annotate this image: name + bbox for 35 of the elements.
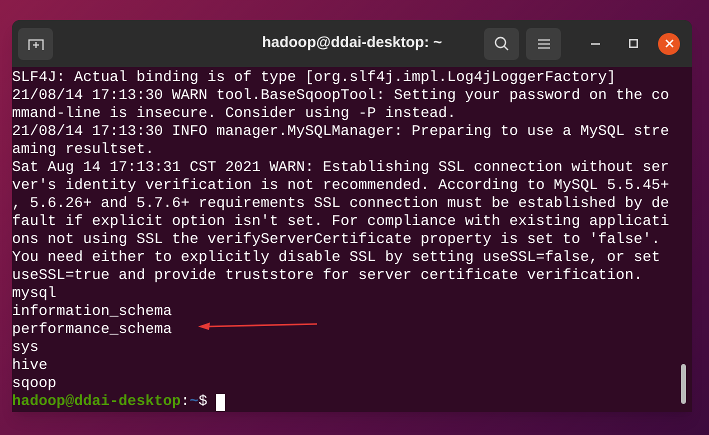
output-line: mysql (12, 285, 56, 303)
output-line: 21/08/14 17:13:30 INFO manager.MySQLManager: Preparing to use a MySQL stre (12, 123, 670, 141)
output-line: information_schema (12, 303, 172, 321)
minimize-icon (590, 42, 600, 44)
new-tab-icon (28, 36, 44, 50)
prompt-path: ~ (190, 393, 198, 411)
new-tab-button[interactable] (18, 28, 53, 60)
close-button[interactable] (658, 32, 680, 54)
output-line: mmand-line is insecure. Consider using -P instead. (12, 105, 456, 123)
output-line: sqoop (12, 375, 56, 393)
output-line: hive (12, 357, 48, 375)
prompt-symbol: $ (198, 393, 208, 411)
output-line: fault if explicit option isn't set. For compliance with existing applicati (12, 213, 670, 231)
output-line: , 5.6.26+ and 5.7.6+ requirements SSL connection must be established by de (12, 195, 670, 213)
output-line: Sat Aug 14 17:13:31 CST 2021 WARN: Establishing SSL connection without ser (12, 159, 670, 177)
output-line: ver's identity verification is not recommended. According to MySQL 5.5.45+ (12, 177, 670, 195)
close-icon (664, 39, 674, 48)
output-line: performance_schema (12, 321, 172, 339)
output-line: ons not using SSL the verifyServerCertificate property is set to 'false'. (12, 231, 660, 249)
output-line: sys (12, 339, 39, 357)
prompt-user-host: hadoop@ddai-desktop (12, 393, 181, 411)
window-title: hadoop@ddai-desktop: ~ (260, 33, 444, 54)
scrollbar-thumb[interactable] (681, 364, 686, 404)
output-line: aming resultset. (12, 141, 154, 159)
search-button[interactable] (484, 28, 519, 60)
prompt-separator: : (180, 393, 190, 411)
output-line: You need either to explicitly disable SSL by setting useSSL=false, or set (12, 249, 660, 267)
maximize-icon (628, 39, 638, 48)
menu-button[interactable] (526, 28, 561, 60)
output-line: 21/08/14 17:13:30 WARN tool.BaseSqoopTool: Setting your password on the co (12, 87, 670, 105)
menu-icon (538, 38, 550, 48)
output-line: SLF4J: Actual binding is of type [org.slf4j.impl.Log4jLoggerFactory] (12, 69, 616, 87)
search-icon (494, 36, 509, 51)
text-cursor (216, 394, 226, 410)
output-line: useSSL=true and provide truststore for server certificate verification. (12, 267, 642, 285)
